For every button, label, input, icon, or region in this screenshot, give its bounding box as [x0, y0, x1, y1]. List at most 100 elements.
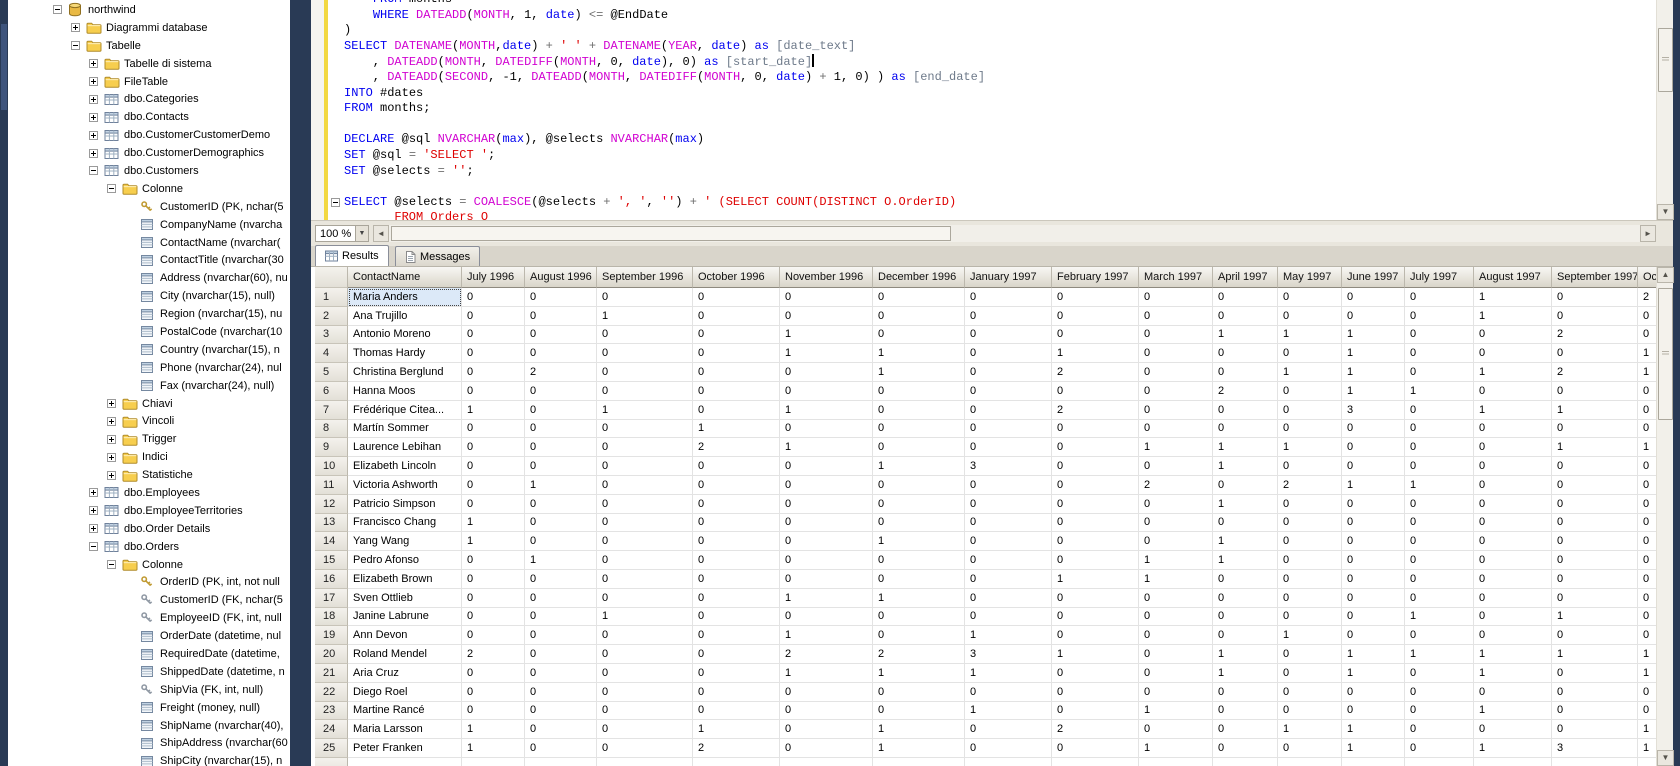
- value-cell[interactable]: 0: [1552, 720, 1638, 739]
- value-cell[interactable]: 0: [693, 288, 780, 307]
- row-number[interactable]: 22: [315, 683, 348, 702]
- expand-icon[interactable]: [107, 417, 116, 426]
- value-cell[interactable]: 2: [693, 739, 780, 758]
- value-cell[interactable]: 0: [1213, 344, 1278, 363]
- value-cell[interactable]: 1: [965, 702, 1052, 721]
- value-cell[interactable]: 0: [965, 438, 1052, 457]
- editor-selection-margin[interactable]: [311, 0, 324, 220]
- tree-item[interactable]: dbo.CustomerDemographics: [8, 144, 290, 162]
- value-cell[interactable]: 0: [1213, 702, 1278, 721]
- contact-name-cell[interactable]: Diego Roel: [348, 683, 462, 702]
- value-cell[interactable]: 0: [1342, 626, 1405, 645]
- collapse-icon[interactable]: [89, 166, 98, 175]
- value-cell[interactable]: 0: [1213, 570, 1278, 589]
- expand-icon[interactable]: [89, 59, 98, 68]
- value-cell[interactable]: 0: [1213, 514, 1278, 533]
- value-cell[interactable]: 0: [1139, 307, 1213, 326]
- value-cell[interactable]: 0: [693, 363, 780, 382]
- value-cell[interactable]: 1: [1474, 664, 1552, 683]
- code-line[interactable]: INTO #dates: [344, 86, 1644, 102]
- value-cell[interactable]: 0: [1474, 532, 1552, 551]
- tree-item[interactable]: dbo.Orders: [8, 538, 290, 556]
- value-cell[interactable]: 0: [597, 570, 693, 589]
- value-cell[interactable]: 1: [597, 307, 693, 326]
- value-cell[interactable]: 0: [1638, 608, 1656, 627]
- value-cell[interactable]: 0: [1552, 382, 1638, 401]
- value-cell[interactable]: 2: [1052, 720, 1139, 739]
- value-cell[interactable]: 0: [525, 438, 597, 457]
- expand-icon[interactable]: [89, 113, 98, 122]
- value-cell[interactable]: 0: [525, 720, 597, 739]
- value-cell[interactable]: 0: [525, 645, 597, 664]
- value-cell[interactable]: 2: [780, 645, 873, 664]
- value-cell[interactable]: 0: [1638, 702, 1656, 721]
- value-cell[interactable]: 1: [693, 420, 780, 439]
- tree-item[interactable]: dbo.Categories: [8, 90, 290, 108]
- value-cell[interactable]: 0: [1213, 401, 1278, 420]
- expand-icon[interactable]: [107, 471, 116, 480]
- value-cell[interactable]: 0: [1405, 664, 1474, 683]
- value-cell[interactable]: 0: [1342, 683, 1405, 702]
- value-cell[interactable]: 0: [597, 344, 693, 363]
- value-cell[interactable]: 0: [1278, 608, 1342, 627]
- tree-item[interactable]: RequiredDate (datetime,: [8, 645, 290, 663]
- value-cell[interactable]: 0: [1474, 457, 1552, 476]
- value-cell[interactable]: 0: [462, 626, 525, 645]
- grid-column-header[interactable]: September 1997: [1552, 267, 1638, 288]
- value-cell[interactable]: 0: [1342, 532, 1405, 551]
- value-cell[interactable]: 0: [780, 307, 873, 326]
- grid-column-header[interactable]: October 1997: [1638, 267, 1656, 288]
- code-line[interactable]: SELECT @selects = COALESCE(@selects + ',…: [344, 195, 1644, 211]
- value-cell[interactable]: 0: [965, 495, 1052, 514]
- tree-item[interactable]: Diagrammi database: [8, 19, 290, 37]
- value-cell[interactable]: 0: [1278, 401, 1342, 420]
- expand-icon[interactable]: [71, 23, 80, 32]
- value-cell[interactable]: 0: [693, 344, 780, 363]
- value-cell[interactable]: 0: [1474, 720, 1552, 739]
- value-cell[interactable]: 0: [1638, 326, 1656, 345]
- scroll-down-icon[interactable]: ▼: [1657, 750, 1674, 766]
- value-cell[interactable]: 1: [1342, 645, 1405, 664]
- grid-column-header[interactable]: November 1996: [780, 267, 873, 288]
- value-cell[interactable]: 0: [965, 720, 1052, 739]
- value-cell[interactable]: 1: [693, 720, 780, 739]
- value-cell[interactable]: 0: [1139, 401, 1213, 420]
- value-cell[interactable]: 0: [873, 570, 965, 589]
- collapse-icon[interactable]: [53, 5, 62, 14]
- contact-name-cell[interactable]: Aria Cruz: [348, 664, 462, 683]
- value-cell[interactable]: 0: [1052, 702, 1139, 721]
- row-number[interactable]: 16: [315, 570, 348, 589]
- contact-name-cell[interactable]: Hanna Moos: [348, 382, 462, 401]
- grid-column-header[interactable]: ContactName: [348, 267, 462, 288]
- value-cell[interactable]: 0: [525, 570, 597, 589]
- value-cell[interactable]: 0: [525, 664, 597, 683]
- value-cell[interactable]: 1: [1213, 532, 1278, 551]
- row-number[interactable]: 25: [315, 739, 348, 758]
- value-cell[interactable]: 0: [1405, 326, 1474, 345]
- value-cell[interactable]: 0: [462, 589, 525, 608]
- value-cell[interactable]: 0: [525, 514, 597, 533]
- value-cell[interactable]: 0: [1052, 495, 1139, 514]
- tree-item[interactable]: Tabelle di sistema: [8, 55, 290, 73]
- value-cell[interactable]: 0: [1052, 326, 1139, 345]
- value-cell[interactable]: 0: [873, 438, 965, 457]
- value-cell[interactable]: 0: [1342, 608, 1405, 627]
- value-cell[interactable]: 0: [780, 570, 873, 589]
- row-number[interactable]: 12: [315, 495, 348, 514]
- code-line[interactable]: WHERE DATEADD(MONTH, 1, date) <= @EndDat…: [344, 8, 1644, 24]
- value-cell[interactable]: 1: [1638, 363, 1656, 382]
- value-cell[interactable]: 0: [1405, 420, 1474, 439]
- value-cell[interactable]: 0: [1638, 495, 1656, 514]
- expand-icon[interactable]: [107, 435, 116, 444]
- tree-item[interactable]: CustomerID (PK, nchar(5: [8, 198, 290, 216]
- value-cell[interactable]: 0: [525, 532, 597, 551]
- code-line[interactable]: DECLARE @sql NVARCHAR(max), @selects NVA…: [344, 132, 1644, 148]
- value-cell[interactable]: 0: [1139, 288, 1213, 307]
- value-cell[interactable]: 0: [1139, 382, 1213, 401]
- value-cell[interactable]: 0: [1552, 495, 1638, 514]
- value-cell[interactable]: 0: [1474, 589, 1552, 608]
- value-cell[interactable]: 0: [780, 495, 873, 514]
- row-number[interactable]: 10: [315, 457, 348, 476]
- value-cell[interactable]: 1: [1213, 645, 1278, 664]
- value-cell[interactable]: 0: [1139, 495, 1213, 514]
